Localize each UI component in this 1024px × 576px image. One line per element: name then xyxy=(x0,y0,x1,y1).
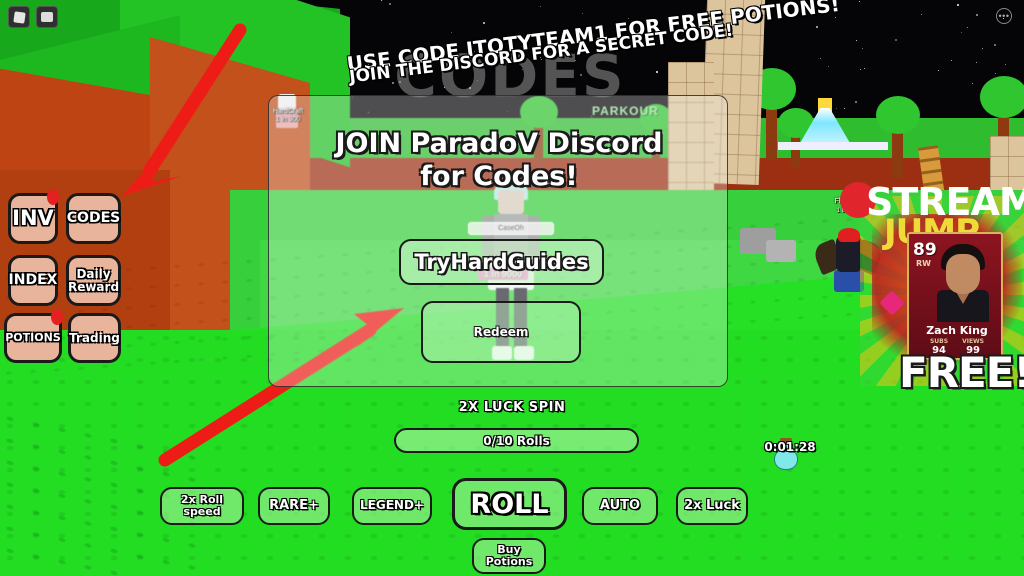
redeem-button[interactable]: Redeem xyxy=(421,301,581,363)
notification-dot-icon xyxy=(51,309,63,325)
roblox-icon-glyph xyxy=(12,10,26,24)
star xyxy=(972,83,973,84)
sidebar-button-label: INV xyxy=(12,206,54,231)
card-stat-label: VIEWS xyxy=(962,338,984,345)
dialog-title: JOIN ParadoV Discord for Codes! xyxy=(269,128,729,194)
hud-button-label: RARE+ xyxy=(269,497,319,513)
star xyxy=(921,14,922,15)
star xyxy=(816,26,818,28)
star xyxy=(976,14,978,16)
star xyxy=(1005,64,1006,65)
hud-button-label: 2x Roll speed xyxy=(180,492,224,518)
mushroom-prop xyxy=(549,432,579,474)
hud-button-label: 2x Luck xyxy=(684,497,740,513)
star xyxy=(995,73,996,74)
star xyxy=(540,6,541,7)
star xyxy=(957,4,959,6)
sidebar-button-daily-reward[interactable]: Daily Reward xyxy=(66,255,121,306)
sidebar-button-label: CODES xyxy=(66,210,121,227)
card-name: Zach King xyxy=(926,324,988,337)
card-stat-label: SUBS xyxy=(929,338,949,345)
card-portrait xyxy=(937,244,989,322)
star xyxy=(844,108,845,109)
star xyxy=(864,68,865,69)
star xyxy=(451,32,452,33)
sidebar-button-label: Daily Reward xyxy=(67,266,120,294)
sidebar-button-inv[interactable]: INV xyxy=(8,189,59,244)
rock-prop xyxy=(766,240,796,262)
star xyxy=(859,1,860,2)
dialog-title-line-1: JOIN ParadoV Discord xyxy=(335,128,663,159)
star xyxy=(582,13,583,14)
mushroom-prop xyxy=(742,292,764,314)
star xyxy=(961,32,962,33)
star xyxy=(951,60,952,61)
star xyxy=(862,48,863,49)
hud-button-label: Buy Potions xyxy=(485,542,533,568)
star xyxy=(836,108,837,109)
codes-dialog: JOIN ParadoV Discord for Codes! TryHardG… xyxy=(268,95,728,387)
hud-button-label: AUTO xyxy=(599,497,641,513)
star xyxy=(820,58,821,59)
more-options-icon[interactable]: ••• xyxy=(996,8,1012,24)
water-pool xyxy=(778,142,888,150)
star xyxy=(994,44,996,46)
roblox-icon[interactable] xyxy=(8,6,30,28)
sidebar-button-label: Trading xyxy=(69,330,120,345)
hud-button-2x-luck[interactable]: 2x Luck xyxy=(676,487,748,525)
sidebar-button-label: POTIONS xyxy=(5,331,61,345)
star xyxy=(389,3,391,5)
star xyxy=(895,39,897,41)
luck-spin-label: 2X LUCK SPIN xyxy=(458,400,566,415)
sidebar-button-label: INDEX xyxy=(8,272,58,289)
game-screenshot: HardCraft 1 in 300 CaseOh 1 in 9000 Flam… xyxy=(0,0,1024,576)
star xyxy=(381,0,382,1)
roll-button[interactable]: ROLL xyxy=(452,478,567,530)
hud-button-label: LEGEND+ xyxy=(360,498,424,513)
card-position: RW xyxy=(916,259,931,268)
sidebar-button-index[interactable]: INDEX xyxy=(8,255,58,306)
sidebar-button-trading[interactable]: Trading xyxy=(68,313,121,363)
sidebar-button-codes[interactable]: CODES xyxy=(66,193,121,244)
star xyxy=(856,40,857,41)
hud-button-2x-roll-speed[interactable]: 2x Roll speed xyxy=(160,487,244,525)
hud-button-buy-potions[interactable]: Buy Potions xyxy=(472,538,546,574)
star xyxy=(855,101,857,103)
hud-button-rare-[interactable]: RARE+ xyxy=(258,487,330,525)
player-card: 89 RW Zach King SUBS 94 VIEWS 99 xyxy=(907,232,1003,360)
chat-icon-glyph xyxy=(41,12,53,22)
star xyxy=(828,66,829,67)
star xyxy=(860,69,861,70)
star xyxy=(967,27,968,28)
hud-button-legend-[interactable]: LEGEND+ xyxy=(352,487,432,525)
code-input[interactable]: TryHardGuides xyxy=(399,239,604,285)
chat-icon[interactable] xyxy=(36,6,58,28)
star xyxy=(976,62,977,63)
card-rating: 89 xyxy=(913,240,937,260)
free-word: FREE! xyxy=(899,348,1024,397)
sidebar-button-potions[interactable]: POTIONS xyxy=(4,309,63,363)
star xyxy=(938,70,939,71)
hud-button-auto[interactable]: AUTO xyxy=(582,487,658,525)
star xyxy=(982,48,983,49)
potion-timer: 0:01:28 xyxy=(764,440,816,454)
rolls-progress-bar: 0/10 Rolls xyxy=(394,428,639,453)
star xyxy=(835,17,836,18)
star xyxy=(483,22,485,24)
dialog-title-line-2: for Codes! xyxy=(420,160,578,192)
notification-dot-icon xyxy=(47,189,59,205)
